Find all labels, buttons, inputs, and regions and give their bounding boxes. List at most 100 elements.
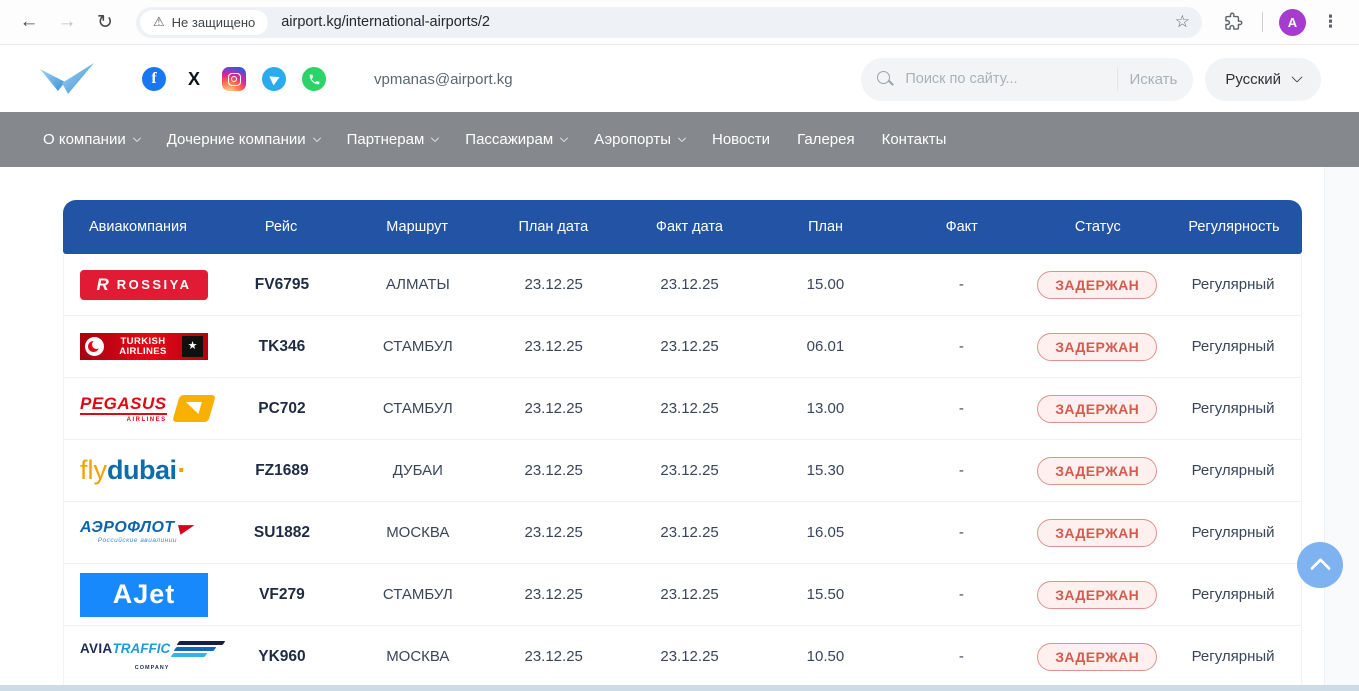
flight-table-body: RROSSIYA FV6795 АЛМАТЫ 23.12.25 23.12.25…: [63, 254, 1302, 688]
col-fact-time: Факт: [894, 219, 1030, 235]
screen: ← → ↻ ⚠ Не защищено airport.kg/internati…: [0, 0, 1359, 691]
bookmark-star-icon[interactable]: ☆: [1173, 12, 1192, 32]
social-links: f X: [142, 67, 326, 91]
instagram-icon[interactable]: [222, 67, 246, 91]
airline-logo-cell: PEGASUSAIRLINES: [64, 395, 214, 423]
route-cell: МОСКВА: [350, 524, 486, 541]
status-badge: ЗАДЕРЖАН: [1037, 643, 1157, 671]
address-bar[interactable]: ⚠ Не защищено airport.kg/international-a…: [136, 7, 1202, 38]
chevron-down-icon: [560, 133, 568, 141]
regularity-cell: Регулярный: [1165, 524, 1301, 541]
status-cell: ЗАДЕРЖАН: [1029, 643, 1165, 671]
plan-date-cell: 23.12.25: [486, 400, 622, 417]
col-status: Статус: [1030, 219, 1166, 235]
chevron-down-icon: [312, 133, 320, 141]
main-nav: О компании Дочерние компании Партнерам П…: [0, 112, 1359, 167]
back-icon[interactable]: ←: [12, 5, 46, 39]
nav-item-passengers[interactable]: Пассажирам: [465, 131, 567, 148]
route-cell: ДУБАИ: [350, 462, 486, 479]
x-twitter-icon[interactable]: X: [182, 67, 206, 91]
fact-time-cell: -: [893, 276, 1029, 293]
rossiya-logo: RROSSIYA: [80, 270, 208, 300]
plan-date-cell: 23.12.25: [486, 648, 622, 665]
nav-item-partners[interactable]: Партнерам: [347, 131, 439, 148]
security-chip-label: Не защищено: [172, 15, 256, 30]
route-cell: СТАМБУЛ: [350, 338, 486, 355]
nav-item-subsidiaries[interactable]: Дочерние компании: [167, 131, 320, 148]
whatsapp-icon[interactable]: [302, 67, 326, 91]
col-airline: Авиакомпания: [63, 219, 213, 235]
flight-table: Авиакомпания Рейс Маршрут План дата Факт…: [63, 200, 1302, 688]
plan-date-cell: 23.12.25: [486, 586, 622, 603]
flight-number-cell: YK960: [214, 648, 350, 666]
airline-logo-cell: AJet: [64, 573, 214, 617]
status-cell: ЗАДЕРЖАН: [1029, 519, 1165, 547]
search-input[interactable]: [905, 71, 1106, 87]
ajet-logo: AJet: [80, 573, 208, 617]
nav-item-contacts[interactable]: Контакты: [882, 131, 947, 148]
nav-item-gallery[interactable]: Галерея: [797, 131, 855, 148]
table-row: flydubai· FZ1689 ДУБАИ 23.12.25 23.12.25…: [63, 440, 1302, 502]
route-cell: СТАМБУЛ: [350, 400, 486, 417]
plan-time-cell: 16.05: [758, 524, 894, 541]
site-logo[interactable]: [38, 60, 98, 98]
search-button[interactable]: Искать: [1129, 71, 1177, 88]
fact-time-cell: -: [893, 524, 1029, 541]
regularity-cell: Регулярный: [1165, 462, 1301, 479]
status-badge: ЗАДЕРЖАН: [1037, 333, 1157, 361]
scroll-to-top-button[interactable]: [1297, 542, 1343, 588]
browser-toolbar: ← → ↻ ⚠ Не защищено airport.kg/internati…: [0, 0, 1359, 45]
bottom-strip: [0, 685, 1359, 691]
extensions-icon[interactable]: [1216, 5, 1250, 39]
regularity-cell: Регулярный: [1165, 648, 1301, 665]
airline-logo-cell: AVIATRAFFICCOMPANY: [64, 641, 214, 672]
status-badge: ЗАДЕРЖАН: [1037, 271, 1157, 299]
profile-avatar[interactable]: A: [1279, 9, 1306, 36]
regularity-cell: Регулярный: [1165, 276, 1301, 293]
fact-time-cell: -: [893, 400, 1029, 417]
search-icon: [877, 71, 894, 88]
url-text[interactable]: airport.kg/international-airports/2: [281, 14, 1173, 30]
nav-item-about[interactable]: О компании: [43, 131, 140, 148]
fact-time-cell: -: [893, 648, 1029, 665]
flight-number-cell: FZ1689: [214, 462, 350, 480]
warning-icon: ⚠: [153, 14, 165, 30]
browser-menu-icon[interactable]: ⋮: [1314, 12, 1347, 32]
table-row: TURKISHAIRLINES★ TK346 СТАМБУЛ 23.12.25 …: [63, 316, 1302, 378]
route-cell: СТАМБУЛ: [350, 586, 486, 603]
facebook-icon[interactable]: f: [142, 67, 166, 91]
nav-item-airports[interactable]: Аэропорты: [594, 131, 685, 148]
status-cell: ЗАДЕРЖАН: [1029, 271, 1165, 299]
table-row: AVIATRAFFICCOMPANY YK960 МОСКВА 23.12.25…: [63, 626, 1302, 688]
forward-icon[interactable]: →: [50, 5, 84, 39]
plan-date-cell: 23.12.25: [486, 276, 622, 293]
status-badge: ЗАДЕРЖАН: [1037, 395, 1157, 423]
status-cell: ЗАДЕРЖАН: [1029, 581, 1165, 609]
contact-email[interactable]: vpmanas@airport.kg: [374, 71, 513, 88]
chevron-down-icon: [132, 133, 140, 141]
flight-number-cell: TK346: [214, 338, 350, 356]
status-cell: ЗАДЕРЖАН: [1029, 395, 1165, 423]
plan-time-cell: 06.01: [758, 338, 894, 355]
route-cell: АЛМАТЫ: [350, 276, 486, 293]
col-flight: Рейс: [213, 219, 349, 235]
table-row: АЭРОФЛОТРоссийские авиалинии SU1882 МОСК…: [63, 502, 1302, 564]
plan-time-cell: 15.00: [758, 276, 894, 293]
language-selector[interactable]: Русский: [1205, 58, 1321, 101]
nav-item-news[interactable]: Новости: [712, 131, 770, 148]
plan-time-cell: 15.30: [758, 462, 894, 479]
site-search: Искать: [861, 58, 1193, 101]
plan-date-cell: 23.12.25: [486, 462, 622, 479]
plan-time-cell: 10.50: [758, 648, 894, 665]
page-right-gutter: [1324, 167, 1359, 691]
refresh-icon[interactable]: ↻: [88, 5, 122, 39]
security-chip[interactable]: ⚠ Не защищено: [140, 10, 268, 35]
fact-time-cell: -: [893, 462, 1029, 479]
status-badge: ЗАДЕРЖАН: [1037, 519, 1157, 547]
telegram-icon[interactable]: [262, 67, 286, 91]
turkish-logo: TURKISHAIRLINES★: [80, 333, 208, 360]
regularity-cell: Регулярный: [1165, 338, 1301, 355]
plan-time-cell: 13.00: [758, 400, 894, 417]
flight-number-cell: SU1882: [214, 524, 350, 542]
airline-logo-cell: RROSSIYA: [64, 270, 214, 300]
